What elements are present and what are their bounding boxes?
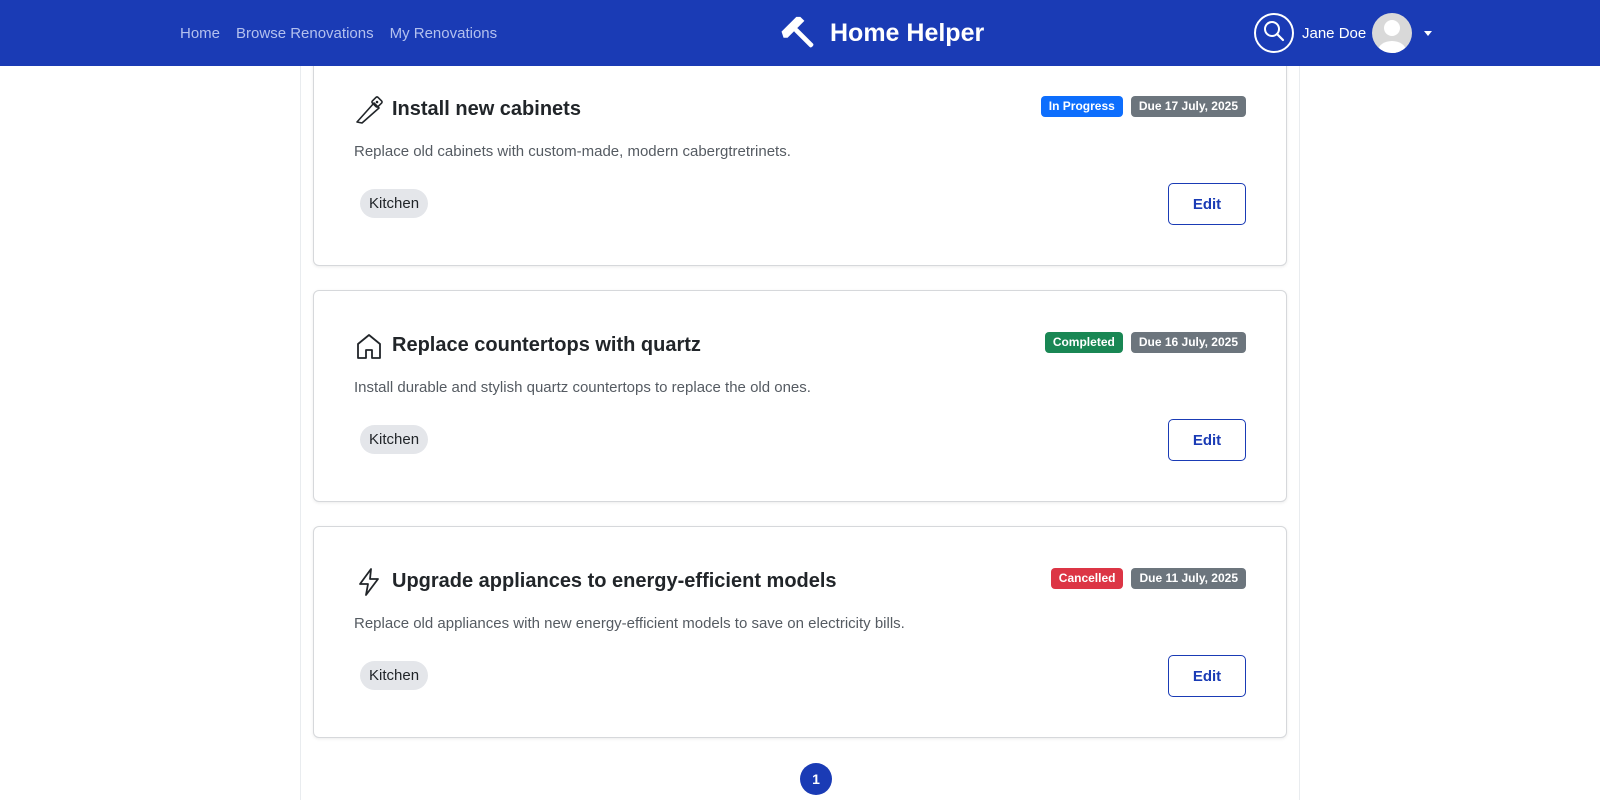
due-date-badge: Due 17 July, 2025	[1130, 96, 1246, 117]
category-tag[interactable]: Kitchen	[360, 189, 429, 218]
house-icon	[354, 331, 384, 361]
user-name: Jane Doe	[1302, 24, 1367, 42]
brand-name: Home Helper	[830, 18, 985, 47]
renovation-title: Install new cabinets	[392, 98, 581, 120]
search-icon	[1262, 19, 1286, 48]
hammer-icon	[780, 13, 820, 53]
badge-group: Completed Due 16 July, 2025	[1044, 332, 1246, 353]
avatar[interactable]	[1372, 13, 1413, 53]
edit-button[interactable]: Edit	[1168, 419, 1246, 461]
nav-user-area: Jane Doe	[1254, 0, 1433, 66]
status-badge: In Progress	[1040, 96, 1123, 117]
renovation-description: Install durable and stylish quartz count…	[354, 379, 811, 396]
due-date-badge: Due 11 July, 2025	[1131, 568, 1246, 589]
category-tag[interactable]: Kitchen	[360, 425, 429, 454]
search-button[interactable]	[1254, 13, 1294, 53]
badge-group: Cancelled Due 11 July, 2025	[1050, 568, 1246, 589]
nav-links: Home Browse Renovations My Renovations	[180, 0, 497, 66]
renovation-title: Replace countertops with quartz	[392, 334, 701, 356]
renovation-description: Replace old appliances with new energy-e…	[354, 615, 905, 632]
pagination-page-button[interactable]: 1	[800, 763, 832, 795]
renovation-card: Install new cabinets In Progress Due 17 …	[313, 54, 1287, 266]
status-badge: Cancelled	[1050, 568, 1124, 589]
renovation-title: Upgrade appliances to energy-efficient m…	[392, 570, 837, 592]
edit-button[interactable]: Edit	[1168, 183, 1246, 225]
nav-link-browse-renovations[interactable]: Browse Renovations	[236, 25, 374, 42]
badge-group: In Progress Due 17 July, 2025	[1040, 96, 1246, 117]
renovation-description: Replace old cabinets with custom-made, m…	[354, 143, 791, 160]
saw-icon	[354, 95, 384, 125]
brand[interactable]: Home Helper	[780, 0, 984, 66]
user-menu-chevron-down-icon[interactable]	[1424, 30, 1433, 36]
lightning-icon	[354, 567, 384, 597]
nav-link-my-renovations[interactable]: My Renovations	[390, 25, 498, 42]
renovation-card: Replace countertops with quartz Complete…	[313, 290, 1287, 502]
navbar: Home Browse Renovations My Renovations H…	[0, 0, 1600, 66]
status-badge: Completed	[1044, 332, 1123, 353]
category-tag[interactable]: Kitchen	[360, 661, 429, 690]
nav-link-home[interactable]: Home	[180, 25, 220, 42]
renovation-card: Upgrade appliances to energy-efficient m…	[313, 526, 1287, 738]
due-date-badge: Due 16 July, 2025	[1130, 332, 1246, 353]
edit-button[interactable]: Edit	[1168, 655, 1246, 697]
